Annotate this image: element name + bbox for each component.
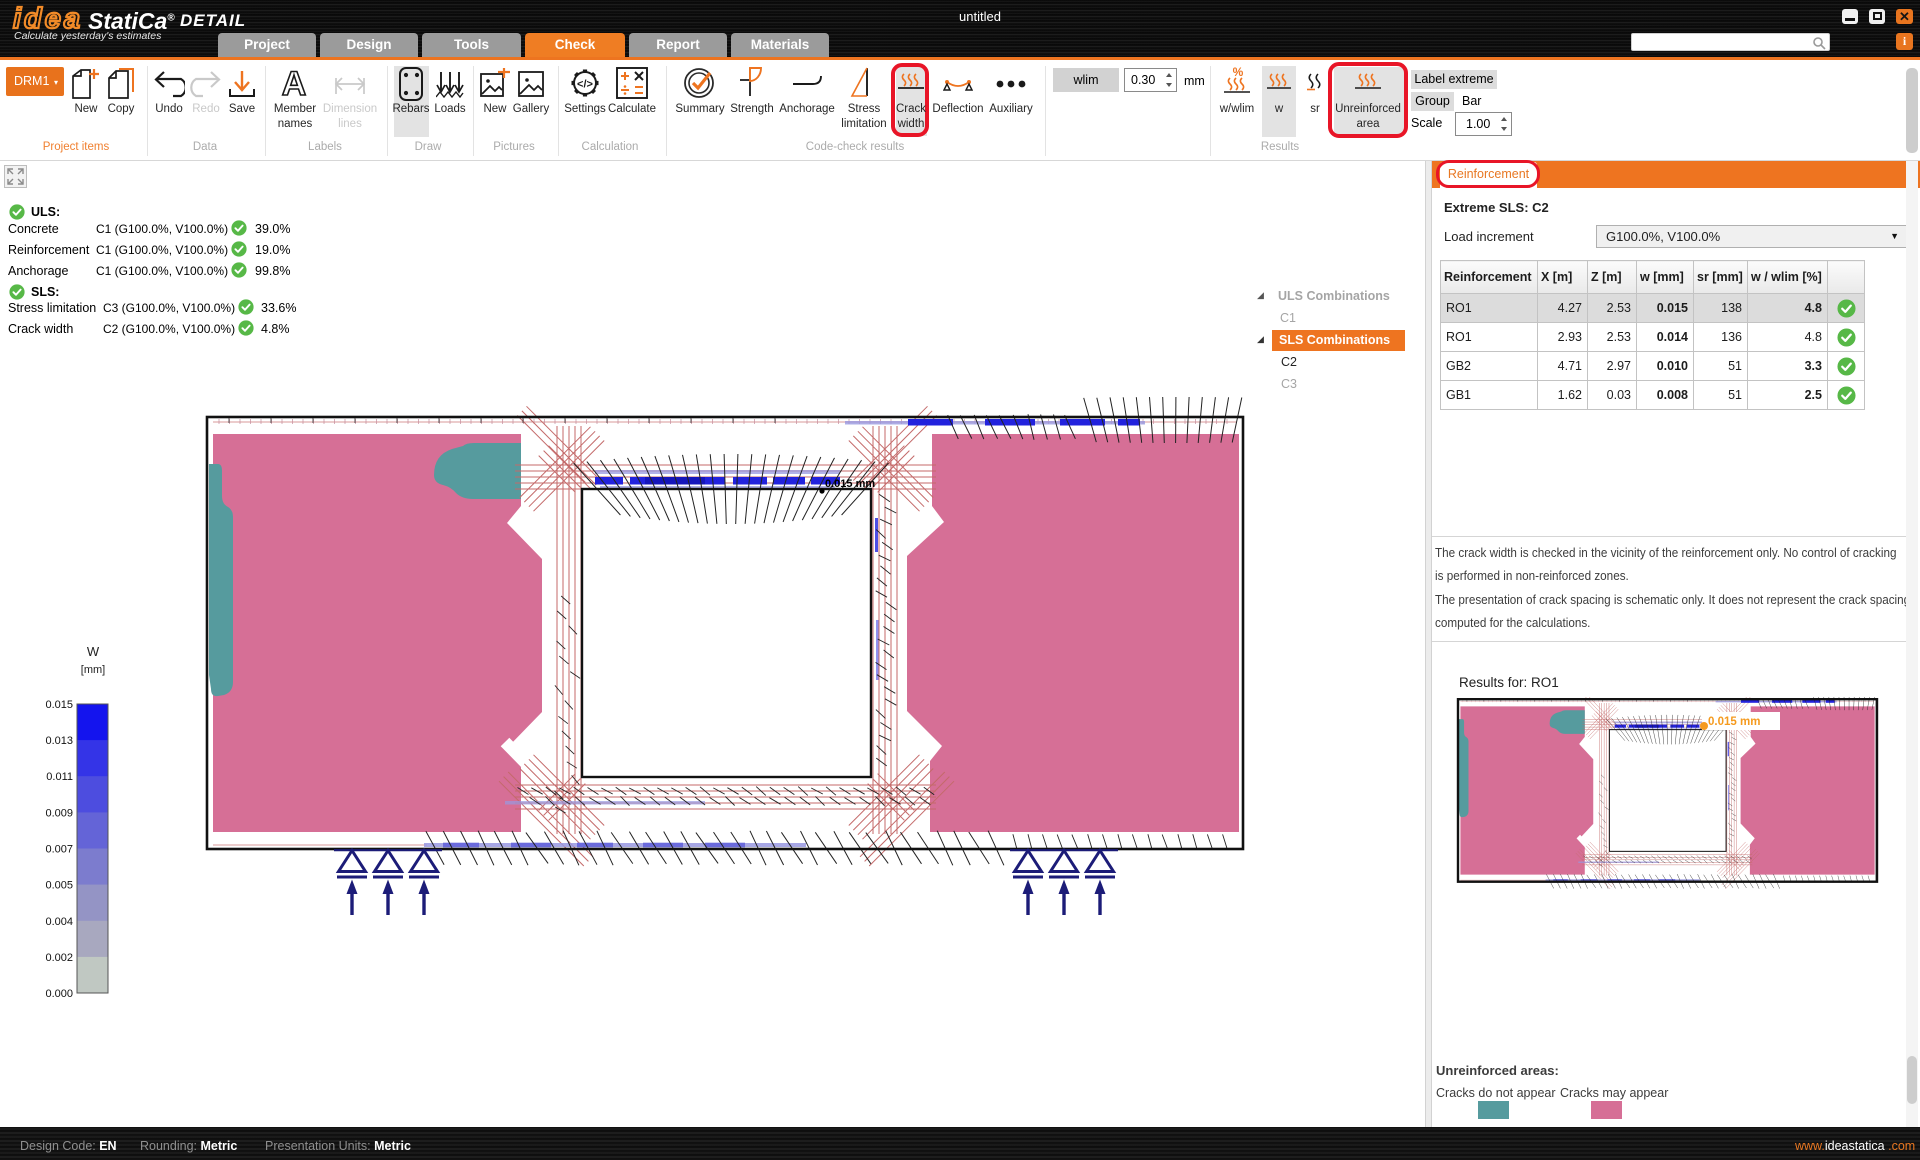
svg-text:0.013: 0.013 bbox=[45, 735, 73, 747]
svg-text:W: W bbox=[87, 644, 100, 659]
svg-text:0.007: 0.007 bbox=[45, 844, 73, 856]
svg-text:0.009: 0.009 bbox=[45, 807, 73, 819]
svg-text:A: A bbox=[282, 68, 307, 100]
svg-text:0.004: 0.004 bbox=[45, 916, 73, 928]
svg-text:0.015: 0.015 bbox=[45, 699, 73, 711]
svg-text:0.002: 0.002 bbox=[45, 952, 73, 964]
svg-text:</>: </> bbox=[577, 79, 593, 91]
svg-text:0.015 mm: 0.015 mm bbox=[1708, 716, 1760, 728]
svg-text:[mm]: [mm] bbox=[81, 664, 105, 676]
svg-text:0.005: 0.005 bbox=[45, 880, 73, 892]
svg-text:%: % bbox=[1233, 66, 1244, 79]
svg-text:0.011: 0.011 bbox=[46, 771, 73, 783]
svg-text:0.000: 0.000 bbox=[45, 988, 73, 1000]
svg-text:0.015 mm: 0.015 mm bbox=[825, 478, 875, 490]
